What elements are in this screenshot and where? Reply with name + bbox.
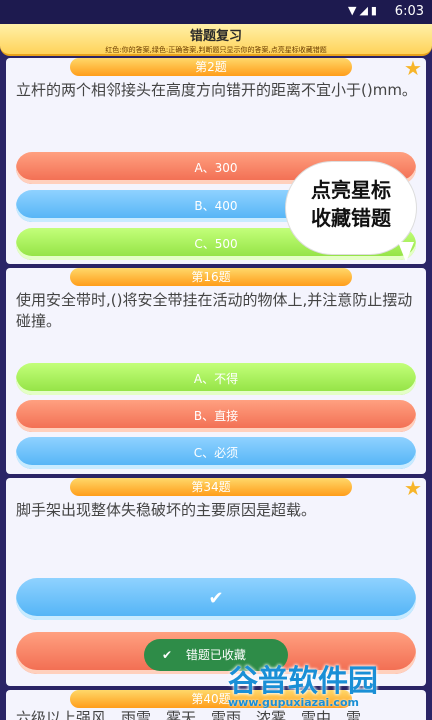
watermark-main: 谷普软件园 xyxy=(228,664,378,699)
option-c[interactable]: C、必须 xyxy=(16,437,416,469)
answer-true[interactable]: ✔ xyxy=(16,578,416,620)
tip-bubble: 点亮星标 收藏错题 xyxy=(286,162,416,254)
option-a[interactable]: A、不得 xyxy=(16,363,416,395)
check-icon: ✔ xyxy=(162,648,173,662)
status-time: 6:03 xyxy=(394,4,424,19)
status-icons: ▼◢▮ xyxy=(348,4,380,17)
status-bar: ▼◢▮ 6:03 xyxy=(0,0,432,24)
star-icon[interactable]: ★ xyxy=(404,58,422,78)
tip-line-1: 点亮星标 xyxy=(311,178,391,202)
question-text: 使用安全带时,()将安全带挂在活动的物体上,并注意防止摆动碰撞。 xyxy=(16,291,413,330)
tip-line-2: 收藏错题 xyxy=(311,206,391,230)
watermark: 谷普软件园 www.gupuxiazai.com xyxy=(228,664,428,718)
page-header: 错题复习 红色:你的答案,绿色:正确答案,判断题只显示你的答案,点亮星标收藏错题 xyxy=(0,24,432,56)
toast-text: 错题已收藏 xyxy=(185,648,246,662)
question-text: 脚手架出现整体失稳破坏的主要原因是超载。 xyxy=(16,501,317,519)
tip-bubble-tail xyxy=(398,242,414,262)
star-icon[interactable]: ★ xyxy=(404,478,422,498)
question-number-tab: 第34题 xyxy=(70,478,352,496)
question-text: 立杆的两个相邻接头在高度方向错开的距离不宜小于()mm。 xyxy=(16,81,417,99)
option-b[interactable]: B、直接 xyxy=(16,400,416,432)
question-number-tab: 第2题 xyxy=(70,58,352,76)
page-subtitle: 红色:你的答案,绿色:正确答案,判断题只显示你的答案,点亮星标收藏错题 xyxy=(105,46,327,54)
question-card: 第16题 使用安全带时,()将安全带挂在活动的物体上,并注意防止摆动碰撞。 A、… xyxy=(6,268,426,474)
watermark-url: www.gupuxiazai.com xyxy=(228,696,359,709)
question-number-tab: 第16题 xyxy=(70,268,352,286)
page-title: 错题复习 xyxy=(189,29,242,44)
